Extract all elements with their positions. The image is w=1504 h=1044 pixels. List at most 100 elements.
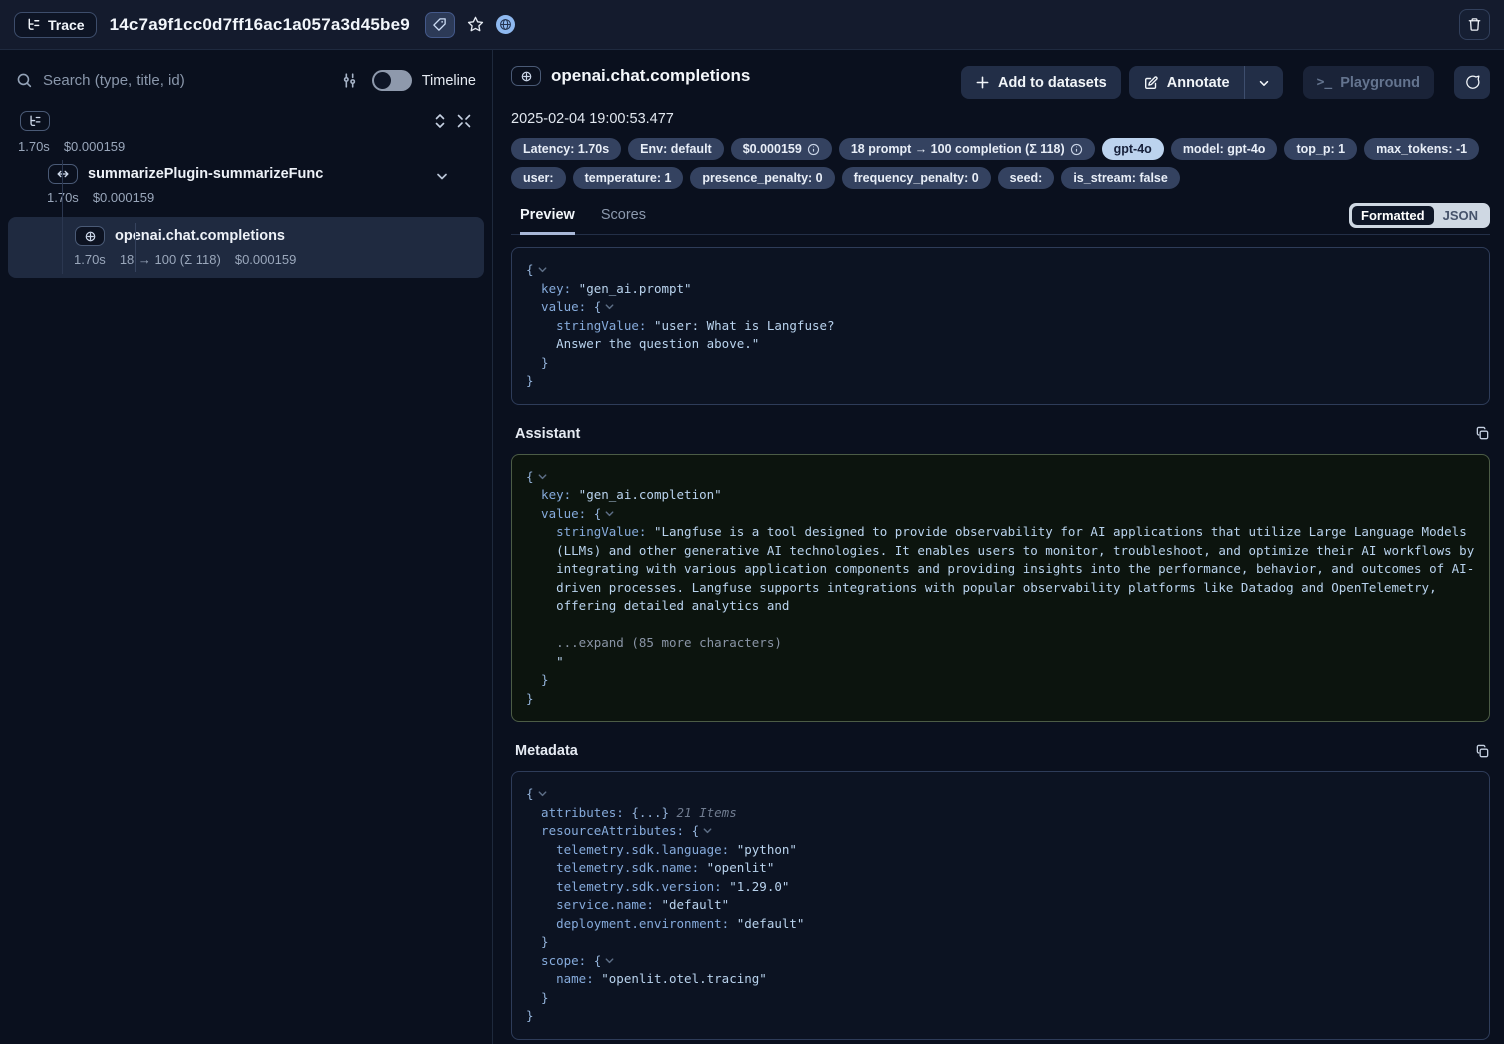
code-token: { <box>586 953 601 968</box>
code-token: { <box>586 506 601 521</box>
badge-label: gpt-4o <box>1114 141 1152 157</box>
code-line: { <box>526 785 1475 804</box>
code-line: integrating with various application com… <box>526 560 1475 579</box>
tag-button[interactable] <box>425 12 455 38</box>
observation-timestamp: 2025-02-04 19:00:53.477 <box>511 111 1490 127</box>
code-token: key: <box>526 281 571 296</box>
copy-button[interactable] <box>1475 744 1490 759</box>
collapse-all-icon[interactable] <box>456 113 472 129</box>
copy-button[interactable] <box>1475 426 1490 441</box>
add-to-datasets-button[interactable]: Add to datasets <box>961 66 1121 99</box>
meta-badge: is_stream: false <box>1061 167 1180 189</box>
copy-icon <box>1475 744 1490 759</box>
format-toggle-json[interactable]: JSON <box>1434 206 1487 225</box>
list-tree-icon <box>26 17 41 32</box>
info-icon[interactable] <box>807 143 820 156</box>
code-token: key: <box>526 487 571 502</box>
trace-tree-sidebar: Timeline <box>0 50 493 1044</box>
annotate-dropdown-button[interactable] <box>1245 66 1283 99</box>
collapse-chevron-icon[interactable] <box>537 788 548 799</box>
badge-label: is_stream: false <box>1073 170 1168 186</box>
comments-button[interactable] <box>1454 66 1490 99</box>
tree-item-metrics: 1.70s $0.000159 <box>14 190 478 205</box>
token-usage-value: 18 → 100 (Σ 118) <box>120 252 221 267</box>
code-line: } <box>526 354 1475 373</box>
list-tree-icon <box>20 111 50 131</box>
terminal-icon: >_ <box>1317 75 1333 90</box>
chevron-down-icon[interactable] <box>434 168 450 184</box>
code-token: " <box>526 654 564 669</box>
code-line: key: "gen_ai.prompt" <box>526 280 1475 299</box>
filter-sliders-icon[interactable] <box>341 72 358 89</box>
format-toggle-formatted[interactable]: Formatted <box>1352 206 1434 225</box>
metadata-badges-row-1: Latency: 1.70sEnv: default$0.00015918 pr… <box>511 138 1490 160</box>
code-token: telemetry.sdk.version: <box>526 879 722 894</box>
favorite-star-button[interactable] <box>466 15 485 34</box>
code-line: value: { <box>526 505 1475 524</box>
meta-badge: temperature: 1 <box>573 167 684 189</box>
playground-button[interactable]: >_ Playground <box>1303 66 1434 99</box>
code-token: } <box>526 691 534 706</box>
playground-label: Playground <box>1340 75 1420 91</box>
annotate-button[interactable]: Annotate <box>1129 66 1244 99</box>
code-token: stringValue: <box>526 524 646 539</box>
code-line: telemetry.sdk.version: "1.29.0" <box>526 878 1475 897</box>
badge-label: top_p: 1 <box>1296 141 1345 157</box>
tab-scores[interactable]: Scores <box>601 207 646 234</box>
meta-badge: model: gpt-4o <box>1171 138 1278 160</box>
cost-value: $0.000159 <box>93 190 154 205</box>
add-to-datasets-label: Add to datasets <box>998 75 1107 91</box>
code-line: name: "openlit.otel.tracing" <box>526 970 1475 989</box>
code-token: "user: What is Langfuse? <box>646 318 834 333</box>
code-token: "python" <box>729 842 797 857</box>
collapse-chevron-icon[interactable] <box>604 508 615 519</box>
search-input[interactable] <box>43 72 331 89</box>
duration-value: 1.70s <box>74 252 106 267</box>
expand-link[interactable]: ...expand (85 more characters) <box>526 635 782 650</box>
code-line <box>526 616 1475 635</box>
badge-label: temperature: 1 <box>585 170 672 186</box>
code-line: (LLMs) and other generative AI technolog… <box>526 542 1475 561</box>
tree-item-summarize-span[interactable]: summarizePlugin-summarizeFunc <box>14 164 478 184</box>
generation-type-icon <box>75 226 105 246</box>
collapse-chevron-icon[interactable] <box>702 825 713 836</box>
collapse-chevron-icon[interactable] <box>604 301 615 312</box>
code-token: "gen_ai.prompt" <box>571 281 691 296</box>
code-token: } <box>526 672 549 687</box>
trace-root-row[interactable] <box>14 111 478 131</box>
meta-badge: Latency: 1.70s <box>511 138 621 160</box>
collapse-chevron-icon[interactable] <box>537 471 548 482</box>
code-token: { <box>586 299 601 314</box>
badge-label: max_tokens: -1 <box>1376 141 1467 157</box>
code-token: "default" <box>654 897 729 912</box>
badge-label: frequency_penalty: 0 <box>854 170 979 186</box>
code-token: stringValue: <box>526 318 646 333</box>
tree-item-label: openai.chat.completions <box>115 228 285 244</box>
cost-value: $0.000159 <box>235 252 296 267</box>
badge-label: presence_penalty: 0 <box>702 170 822 186</box>
collapse-chevron-icon[interactable] <box>537 264 548 275</box>
annotate-label: Annotate <box>1167 75 1230 91</box>
trace-root-metrics: 1.70s $0.000159 <box>14 139 478 154</box>
unfold-all-icon[interactable] <box>432 113 448 129</box>
info-icon[interactable] <box>1070 143 1083 156</box>
code-token: "openlit.otel.tracing" <box>594 971 767 986</box>
collapse-chevron-icon[interactable] <box>604 955 615 966</box>
delete-trace-button[interactable] <box>1459 9 1490 40</box>
code-line: attributes: {...} 21 Items <box>526 804 1475 823</box>
tab-preview[interactable]: Preview <box>520 207 575 235</box>
meta-badge: max_tokens: -1 <box>1364 138 1479 160</box>
tree-item-openai-generation-selected[interactable]: openai.chat.completions 1.70s 18 → 100 (… <box>8 217 484 278</box>
public-share-button[interactable] <box>496 15 515 34</box>
timeline-toggle-label: Timeline <box>422 73 476 89</box>
meta-badge: 18 prompt → 100 completion (Σ 118) <box>839 138 1095 160</box>
code-token: scope: <box>526 953 586 968</box>
metadata-code-block: { attributes: {...} 21 Items resourceAtt… <box>511 771 1490 1040</box>
trace-type-badge: Trace <box>14 12 97 38</box>
input-code-block: { key: "gen_ai.prompt" value: { stringVa… <box>511 247 1490 405</box>
timeline-toggle[interactable] <box>372 70 412 91</box>
code-line: scope: { <box>526 952 1475 971</box>
code-token: } <box>526 373 534 388</box>
code-line: { <box>526 261 1475 280</box>
badge-label: $0.000159 <box>743 141 802 157</box>
